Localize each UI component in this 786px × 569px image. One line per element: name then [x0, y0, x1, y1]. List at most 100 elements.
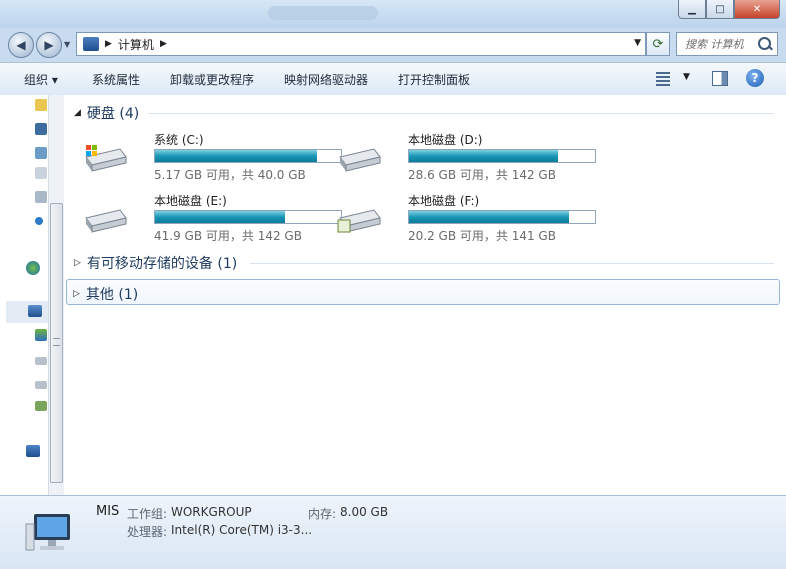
uninstall-program-button[interactable]: 卸载或更改程序: [170, 71, 254, 88]
minimize-icon: ▁: [688, 3, 696, 15]
organize-button[interactable]: 组织 ▾: [24, 71, 58, 88]
local-disk-icon: [85, 209, 127, 233]
hard-disks-label: 硬盘 (4): [86, 106, 140, 122]
drive-name: 本地磁盘 (F:): [408, 194, 480, 208]
group-divider: [250, 263, 774, 264]
scrollbar-grip-icon: [53, 338, 60, 346]
document-icon[interactable]: [35, 191, 47, 203]
details-pane: MIS 工作组: WORKGROUP 内存: 8.00 GB 处理器: Inte…: [0, 495, 786, 569]
pictures-library-icon[interactable]: [35, 147, 47, 159]
other-label: 其他 (1): [85, 287, 139, 303]
system-drive-icon[interactable]: [35, 329, 47, 341]
workgroup-label: 工作组:: [127, 507, 168, 521]
removable-label: 有可移动存储的设备 (1): [86, 256, 238, 272]
drive-e[interactable]: 本地磁盘 (E:) 41.9 GB 可用，共 142 GB: [82, 192, 342, 243]
removable-group-header[interactable]: ▷ 有可移动存储的设备 (1): [74, 253, 237, 273]
processor-value: Intel(R) Core(TM) i3-3...: [171, 523, 313, 537]
drive-usage-bar: [154, 149, 342, 163]
drive-usage-fill: [155, 150, 317, 162]
breadcrumb-arrow-icon[interactable]: ▶: [160, 39, 167, 49]
forward-arrow-icon: ▶: [44, 38, 54, 52]
folder-icon[interactable]: [35, 99, 47, 111]
help-icon[interactable]: ?: [746, 69, 764, 87]
refresh-button[interactable]: ⟳: [646, 32, 670, 56]
removable-drive-icon: [337, 209, 381, 233]
drive-free-space: 41.9 GB 可用，共 142 GB: [154, 229, 302, 243]
breadcrumb-arrow-icon[interactable]: ▶: [105, 39, 112, 49]
memory-label: 内存:: [308, 507, 337, 521]
removable-drive-icon[interactable]: [35, 401, 47, 411]
group-divider: [148, 113, 774, 114]
drive-c[interactable]: 系统 (C:) 5.17 GB 可用，共 40.0 GB: [82, 131, 342, 182]
drive-usage-fill: [409, 150, 558, 162]
computer-icon: [25, 514, 70, 551]
computer-icon: [83, 37, 99, 51]
music-library-icon[interactable]: [35, 217, 43, 225]
drive-name: 本地磁盘 (E:): [154, 194, 227, 208]
navigation-pane: [0, 95, 48, 495]
computer-name: MIS: [96, 504, 120, 519]
expand-triangle-icon[interactable]: ▷: [74, 258, 81, 268]
drive-usage-bar: [154, 210, 342, 224]
drive-free-space: 20.2 GB 可用，共 141 GB: [408, 229, 556, 243]
drive-usage-fill: [155, 211, 286, 223]
window-title: [268, 6, 378, 20]
other-group-header[interactable]: ▷ 其他 (1): [66, 279, 780, 305]
breadcrumb-computer[interactable]: 计算机: [118, 36, 154, 53]
maximize-icon: □: [715, 3, 725, 15]
address-dropdown-icon[interactable]: ▼: [634, 38, 641, 48]
search-box[interactable]: [676, 32, 778, 56]
close-icon: ✕: [752, 3, 762, 15]
system-properties-button[interactable]: 系统属性: [92, 71, 140, 88]
main-area: ◢ 硬盘 (4) 系统 (C:) 5.17 GB 可用，共 40.0 GB 本地…: [0, 95, 786, 495]
back-arrow-icon: ◀: [16, 38, 26, 52]
computer-nav-selected[interactable]: [6, 301, 48, 323]
forward-button[interactable]: ▶: [36, 32, 62, 58]
local-disk-icon: [339, 148, 381, 172]
drive-d[interactable]: 本地磁盘 (D:) 28.6 GB 可用，共 142 GB: [336, 131, 596, 182]
system-drive-icon: [85, 145, 127, 172]
minimize-button[interactable]: ▁: [678, 0, 706, 19]
open-control-panel-button[interactable]: 打开控制面板: [398, 71, 470, 88]
drive-usage-fill: [409, 211, 569, 223]
network-icon[interactable]: [26, 445, 40, 457]
nav-scrollbar[interactable]: [48, 95, 64, 495]
collapse-triangle-icon[interactable]: ◢: [74, 108, 81, 118]
title-bar: ▁ □ ✕: [0, 0, 786, 28]
map-network-drive-button[interactable]: 映射网络驱动器: [284, 71, 368, 88]
local-disk-icon[interactable]: [35, 381, 47, 389]
memory-value: 8.00 GB: [340, 505, 389, 519]
local-disk-icon[interactable]: [35, 357, 47, 365]
command-bar: 组织 ▾ 系统属性 卸载或更改程序 映射网络驱动器 打开控制面板 ▼ ?: [0, 62, 786, 96]
content-pane: ◢ 硬盘 (4) 系统 (C:) 5.17 GB 可用，共 40.0 GB 本地…: [64, 95, 786, 495]
change-view-icon[interactable]: [656, 72, 670, 86]
hard-disks-group-header[interactable]: ◢ 硬盘 (4): [74, 103, 139, 123]
scrollbar-thumb[interactable]: [50, 203, 63, 483]
search-input[interactable]: [683, 36, 763, 52]
window-controls: ▁ □ ✕: [678, 0, 780, 19]
refresh-icon: ⟳: [652, 36, 664, 52]
workgroup-value: WORKGROUP: [171, 505, 252, 519]
processor-label: 处理器:: [127, 525, 168, 539]
preview-pane-icon[interactable]: [712, 71, 728, 86]
expand-triangle-icon[interactable]: ▷: [73, 289, 80, 299]
close-button[interactable]: ✕: [734, 0, 780, 19]
address-bar[interactable]: ▶ 计算机 ▶ ▼: [76, 32, 646, 56]
homegroup-icon[interactable]: [26, 261, 40, 275]
drive-f[interactable]: 本地磁盘 (F:) 20.2 GB 可用，共 141 GB: [336, 192, 596, 243]
drive-name: 本地磁盘 (D:): [408, 133, 483, 147]
video-library-icon[interactable]: [35, 123, 47, 135]
drive-usage-bar: [408, 149, 596, 163]
search-icon[interactable]: [758, 37, 771, 50]
recent-pages-dropdown[interactable]: ▼: [64, 40, 70, 49]
drive-usage-bar: [408, 210, 596, 224]
documents-library-icon[interactable]: [35, 167, 47, 179]
drive-free-space: 5.17 GB 可用，共 40.0 GB: [154, 168, 306, 182]
back-button[interactable]: ◀: [8, 32, 34, 58]
drive-name: 系统 (C:): [154, 133, 204, 147]
other-group-title: ▷ 其他 (1): [73, 284, 138, 304]
view-dropdown-icon[interactable]: ▼: [683, 72, 690, 82]
drive-free-space: 28.6 GB 可用，共 142 GB: [408, 168, 556, 182]
address-row: ◀ ▶ ▼ ▶ 计算机 ▶ ▼ ⟳: [0, 28, 786, 60]
maximize-button[interactable]: □: [706, 0, 734, 19]
